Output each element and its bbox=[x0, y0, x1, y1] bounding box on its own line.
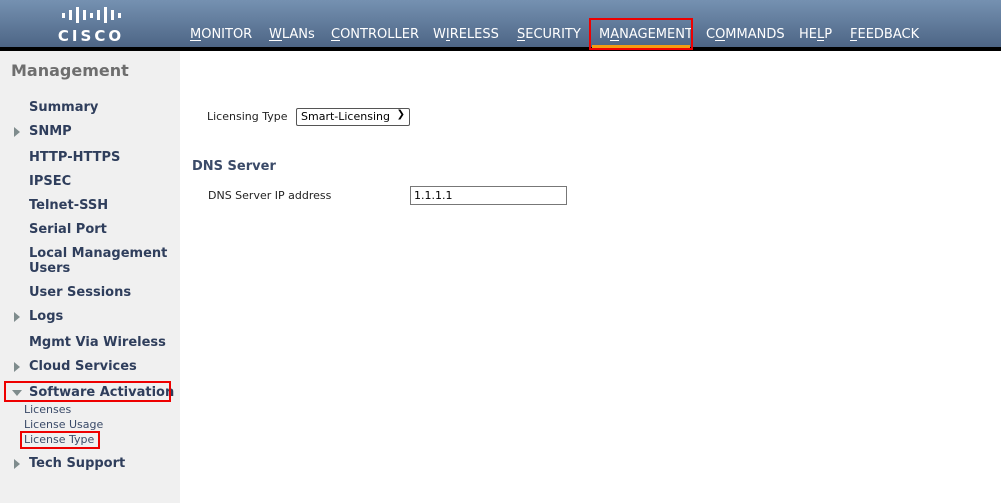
sidebar-item-label: Mgmt Via Wireless bbox=[29, 335, 166, 350]
triangle-right-icon bbox=[14, 312, 20, 322]
access-key-underline bbox=[610, 40, 620, 41]
access-key-underline bbox=[269, 40, 282, 41]
sidebar-subitem-license-usage[interactable]: License Usage bbox=[24, 418, 103, 431]
access-key-underline bbox=[517, 40, 526, 41]
nav-wireless[interactable]: WIRELESS bbox=[433, 27, 499, 42]
active-tab-indicator bbox=[592, 45, 690, 48]
sidebar-item-snmp[interactable]: SNMP bbox=[14, 124, 72, 139]
access-key-underline bbox=[445, 40, 450, 41]
triangle-right-icon bbox=[14, 459, 20, 469]
sidebar-item-label: Tech Support bbox=[29, 456, 126, 471]
sidebar-item-ipsec[interactable]: IPSEC bbox=[29, 174, 71, 189]
sidebar-item-label: HTTP-HTTPS bbox=[29, 150, 121, 165]
access-key-underline bbox=[816, 40, 825, 41]
triangle-right-icon bbox=[14, 362, 20, 372]
sidebar-item-label: IPSEC bbox=[29, 174, 72, 189]
sidebar-item-user-sessions[interactable]: User Sessions bbox=[29, 285, 131, 300]
licensing-type-label: Licensing Type bbox=[207, 110, 288, 123]
sidebar-item-label: Serial Port bbox=[29, 222, 107, 237]
license-type-highlight bbox=[20, 431, 100, 449]
licensing-type-value: Smart-Licensing bbox=[301, 110, 390, 123]
dns-ip-label: DNS Server IP address bbox=[208, 189, 332, 202]
chevron-down-icon: ❯ bbox=[396, 109, 405, 120]
sidebar-title: Management bbox=[11, 61, 129, 80]
sidebar-item-label: Telnet-SSH bbox=[29, 198, 109, 213]
sidebar-item-label: User Sessions bbox=[29, 285, 132, 300]
sidebar-item-cloud-services[interactable]: Cloud Services bbox=[14, 359, 137, 374]
sidebar-item-label: SNMP bbox=[29, 124, 72, 139]
sidebar-item-telnet-ssh[interactable]: Telnet-SSH bbox=[29, 198, 108, 213]
sidebar-item-mgmt-via-wireless[interactable]: Mgmt Via Wireless bbox=[29, 335, 166, 350]
nav-controller[interactable]: CONTROLLER bbox=[331, 27, 419, 42]
sidebar-item-label: Logs bbox=[29, 309, 64, 324]
sidebar-item-label: Cloud Services bbox=[29, 359, 137, 374]
dns-ip-input[interactable] bbox=[410, 186, 567, 205]
software-activation-highlight bbox=[4, 381, 171, 402]
sidebar-item-tech-support[interactable]: Tech Support bbox=[14, 456, 126, 471]
sidebar-item-http-https[interactable]: HTTP-HTTPS bbox=[29, 150, 120, 165]
licensing-type-select[interactable]: Smart-Licensing ❯ bbox=[296, 108, 410, 126]
sidebar-item-summary[interactable]: Summary bbox=[29, 100, 98, 115]
triangle-right-icon bbox=[14, 127, 20, 137]
access-key-underline bbox=[190, 40, 202, 41]
sidebar-item-local-management-users[interactable]: Local Management Users bbox=[29, 246, 169, 276]
access-key-underline bbox=[331, 40, 341, 41]
access-key-underline bbox=[850, 40, 858, 41]
access-key-underline bbox=[715, 40, 726, 41]
cisco-logo: CISCO bbox=[56, 5, 126, 45]
sidebar-subitem-licenses[interactable]: Licenses bbox=[24, 403, 71, 416]
sidebar-item-label: Local Management Users bbox=[29, 246, 168, 276]
dns-server-heading: DNS Server bbox=[192, 159, 276, 174]
sidebar-item-serial-port[interactable]: Serial Port bbox=[29, 222, 107, 237]
nav-security[interactable]: SECURITY bbox=[517, 27, 581, 42]
logo-text: CISCO bbox=[57, 27, 125, 45]
nav-help[interactable]: HELP bbox=[799, 27, 832, 42]
sidebar-item-logs[interactable]: Logs bbox=[14, 309, 64, 324]
nav-feedback[interactable]: FEEDBACK bbox=[850, 27, 919, 42]
sidebar-item-label: Summary bbox=[29, 100, 99, 115]
